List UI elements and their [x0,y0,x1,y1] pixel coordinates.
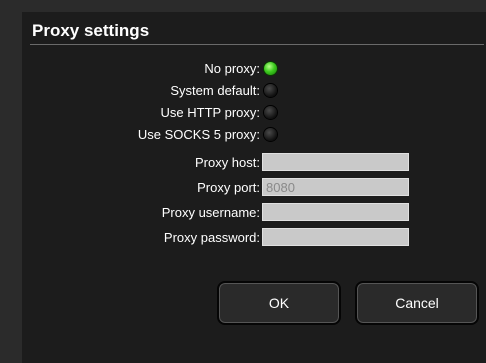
option-http-proxy[interactable]: Use HTTP proxy: [22,103,486,123]
dialog-title: Proxy settings [32,21,150,40]
proxy-port-input[interactable] [262,178,409,196]
proxy-password-label: Proxy password: [163,230,260,245]
option-label: No proxy: [204,61,260,76]
radio-no-proxy[interactable] [264,62,277,75]
option-label: Use HTTP proxy: [160,105,260,120]
proxy-port-row: Proxy port: [22,178,486,198]
option-system-default[interactable]: System default: [22,81,486,101]
option-label: Use SOCKS 5 proxy: [137,127,260,142]
proxy-host-row: Proxy host: [22,153,486,173]
proxy-username-row: Proxy username: [22,203,486,223]
proxy-settings-dialog: Proxy settings No proxy: System default:… [22,12,486,363]
radio-socks5-proxy[interactable] [264,128,277,141]
option-no-proxy[interactable]: No proxy: [22,59,486,79]
option-label: System default: [170,83,260,98]
cancel-button[interactable]: Cancel [355,281,479,325]
proxy-password-input[interactable] [262,228,409,246]
title-divider [30,44,484,45]
proxy-password-row: Proxy password: [22,228,486,248]
proxy-host-label: Proxy host: [194,155,260,170]
radio-http-proxy[interactable] [264,106,277,119]
option-socks5-proxy[interactable]: Use SOCKS 5 proxy: [22,125,486,145]
radio-system-default[interactable] [264,84,277,97]
proxy-host-input[interactable] [262,153,409,171]
proxy-port-label: Proxy port: [197,180,260,195]
ok-button[interactable]: OK [217,281,341,325]
proxy-username-input[interactable] [262,203,409,221]
proxy-username-label: Proxy username: [161,205,260,220]
